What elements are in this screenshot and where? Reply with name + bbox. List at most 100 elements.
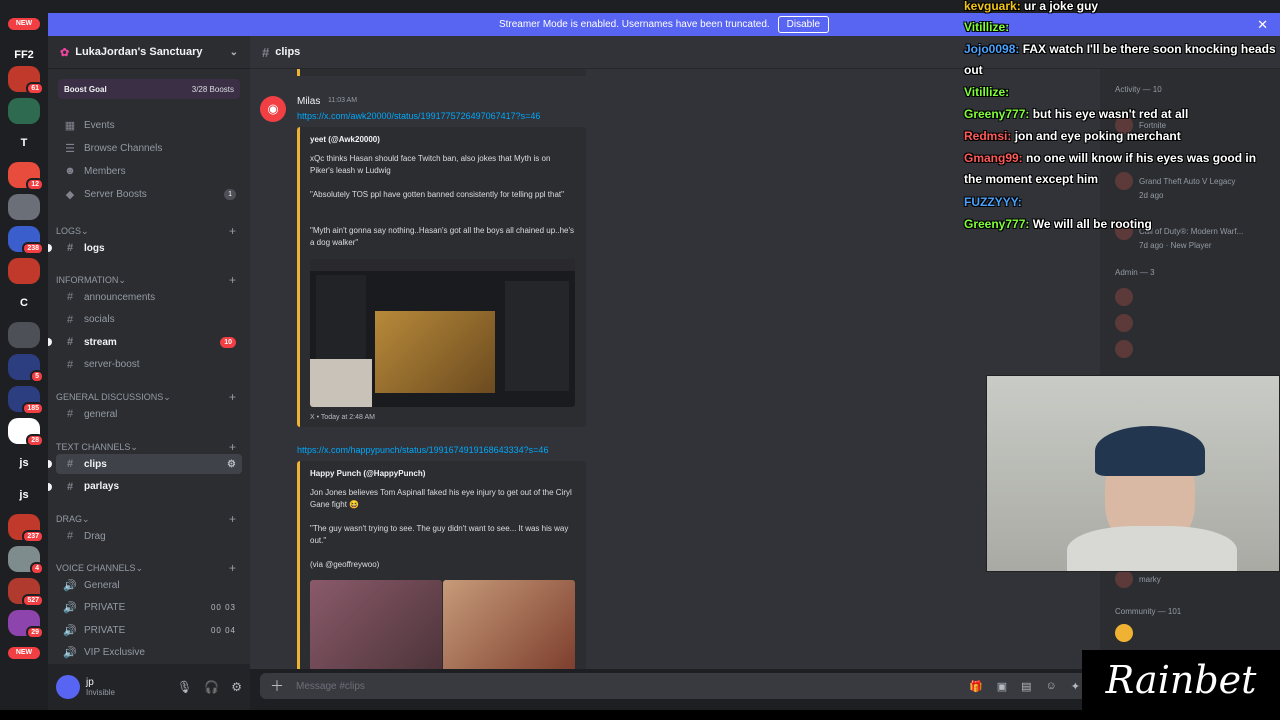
- gif-icon[interactable]: ▣: [997, 680, 1007, 693]
- image-thumbnail[interactable]: [310, 580, 442, 669]
- create-channel-icon[interactable]: +: [229, 273, 236, 287]
- channel-private[interactable]: 🔊 PRIVATE 00 03: [56, 598, 242, 618]
- category-header[interactable]: Drag ⌄ +: [56, 512, 242, 526]
- chat-username: Vitillize:: [964, 20, 1010, 34]
- image-thumbnail[interactable]: [443, 580, 575, 669]
- server-icon[interactable]: 61: [8, 66, 44, 95]
- server-icon[interactable]: [8, 322, 40, 348]
- server-icon[interactable]: C: [8, 290, 40, 316]
- avatar[interactable]: [56, 675, 80, 699]
- admin-header: Admin — 3: [1115, 268, 1155, 277]
- message-author[interactable]: Milas: [297, 96, 320, 107]
- server-initials: T: [20, 137, 28, 149]
- gift-icon[interactable]: 🎁: [969, 680, 983, 693]
- embed-author[interactable]: Happy Punch (@HappyPunch): [310, 469, 425, 478]
- sidebar-item-label: Events: [84, 119, 115, 131]
- server-icon[interactable]: [8, 98, 40, 124]
- message-input[interactable]: Message #clips: [296, 681, 365, 692]
- channel-label: General: [84, 579, 120, 591]
- headphones-icon[interactable]: 🎧: [204, 680, 219, 694]
- category-header[interactable]: GENERAL DISCUSSIONS ⌄ +: [56, 390, 242, 404]
- chevron-down-icon: ⌄: [135, 562, 144, 573]
- mention-badge: 237: [22, 530, 44, 543]
- server-icon[interactable]: 527: [8, 578, 44, 607]
- channel-settings-icon[interactable]: ⚙: [227, 459, 236, 470]
- sidebar-item-server-boosts[interactable]: ◆ Server Boosts 1: [56, 184, 242, 204]
- video-thumbnail[interactable]: [310, 259, 575, 407]
- member-item[interactable]: marky: [1115, 569, 1265, 589]
- server-icon[interactable]: 185: [8, 386, 44, 415]
- add-attachment-icon[interactable]: ＋: [270, 676, 284, 696]
- disable-streamer-mode-button[interactable]: Disable: [777, 16, 830, 33]
- category-label: Voice Channels: [56, 563, 136, 573]
- message-link[interactable]: https://x.com/happypunch/status/19916749…: [297, 445, 548, 455]
- member-item[interactable]: [1115, 313, 1265, 333]
- tweet-embed: yeet (@Awk20000) xQc thinks Hasan should…: [297, 127, 586, 427]
- message-link[interactable]: https://x.com/awk20000/status/1991775726…: [297, 111, 540, 121]
- hash-icon: #: [66, 358, 74, 371]
- message-avatar[interactable]: ◉: [260, 96, 286, 122]
- category-header[interactable]: INFORMATION ⌄ +: [56, 273, 242, 287]
- guild-header[interactable]: ✿ LukaJordan's Sanctuary ⌄: [48, 36, 250, 69]
- server-icon[interactable]: js: [8, 450, 40, 476]
- channel-general[interactable]: 🔊 General: [56, 575, 242, 595]
- boost-goal-bar[interactable]: Boost Goal 3/28 Boosts: [58, 79, 240, 99]
- gear-icon[interactable]: ⚙: [231, 680, 242, 694]
- screen: FF2 NEW 61 T 12 238 C 5 185 28 js js 237 4 527 29 NEW St…: [0, 0, 1280, 720]
- category-header[interactable]: TEXT CHANNELS ⌄ +: [56, 440, 242, 454]
- apps-icon[interactable]: ✦: [1071, 680, 1080, 693]
- channel-label: VIP Exclusive: [84, 647, 145, 658]
- member-item[interactable]: [1115, 339, 1265, 359]
- hash-icon: #: [66, 458, 74, 470]
- channel-clips[interactable]: # clips ⚙: [56, 454, 242, 474]
- member-item[interactable]: [1115, 287, 1265, 307]
- channel-stream[interactable]: # stream 10: [56, 332, 242, 352]
- server-initials: js: [19, 489, 29, 501]
- category-header[interactable]: LOGS ⌄ +: [56, 224, 242, 238]
- server-icon[interactable]: T: [8, 130, 40, 156]
- create-channel-icon[interactable]: +: [229, 561, 236, 575]
- create-channel-icon[interactable]: +: [229, 390, 236, 404]
- chat-username: Jojo0098:: [964, 42, 1020, 56]
- server-icon[interactable]: [8, 194, 40, 220]
- server-icon[interactable]: 237: [8, 514, 44, 543]
- sidebar-item-browse-channels[interactable]: ☰ Browse Channels: [56, 138, 242, 158]
- microphone-icon[interactable]: 🎙: [177, 680, 192, 694]
- server-icon[interactable]: 12: [8, 162, 44, 191]
- channel-announcements[interactable]: # announcements: [56, 287, 242, 307]
- member-item[interactable]: [1115, 623, 1265, 643]
- message-composer[interactable]: ＋ Message #clips 🎁 ▣ ▤ ☺ ✦: [260, 673, 1090, 699]
- server-icon[interactable]: 28: [8, 418, 44, 447]
- server-icon[interactable]: 4: [8, 546, 44, 575]
- server-icon[interactable]: 29: [8, 610, 44, 639]
- channel-socials[interactable]: # socials: [56, 310, 242, 330]
- server-icon[interactable]: [8, 258, 40, 284]
- chat-username: Greeny777:: [964, 107, 1030, 121]
- server-icon[interactable]: 238: [8, 226, 44, 255]
- server-icon[interactable]: 5: [8, 354, 44, 383]
- sidebar-item-members[interactable]: ☻ Members: [56, 161, 242, 181]
- create-channel-icon[interactable]: +: [229, 440, 236, 454]
- server-label[interactable]: FF2: [8, 42, 40, 68]
- create-channel-icon[interactable]: +: [229, 512, 236, 526]
- mention-badge: 238: [22, 242, 44, 255]
- sticker-icon[interactable]: ▤: [1021, 680, 1031, 693]
- emoji-icon[interactable]: ☺: [1046, 680, 1057, 693]
- embed-author[interactable]: yeet (@Awk20000): [310, 135, 380, 144]
- boost-goal-label: Boost Goal: [64, 84, 107, 94]
- channel-parlays[interactable]: # parlays: [56, 477, 242, 497]
- channel-server-boost[interactable]: # server-boost: [56, 355, 242, 375]
- channel-vip-exclusive[interactable]: 🔊 VIP Exclusive: [56, 643, 242, 663]
- channel-private[interactable]: 🔊 PRIVATE 00 04: [56, 620, 242, 640]
- channel-label: PRIVATE: [84, 624, 126, 636]
- mention-badge: 4: [30, 562, 44, 575]
- chat-message: but his eye wasn't red at all: [1032, 107, 1189, 121]
- channel-drag[interactable]: # Drag: [56, 526, 242, 546]
- server-icon[interactable]: js: [8, 482, 40, 508]
- category-header[interactable]: Voice Channels ⌄ +: [56, 561, 242, 575]
- create-channel-icon[interactable]: +: [229, 224, 236, 238]
- channel-general[interactable]: # general: [56, 404, 242, 424]
- sidebar-item-events[interactable]: ▦ Events: [56, 115, 242, 135]
- member-item[interactable]: 7d ago · New Player: [1115, 235, 1265, 255]
- channel-logs[interactable]: # logs: [56, 238, 242, 258]
